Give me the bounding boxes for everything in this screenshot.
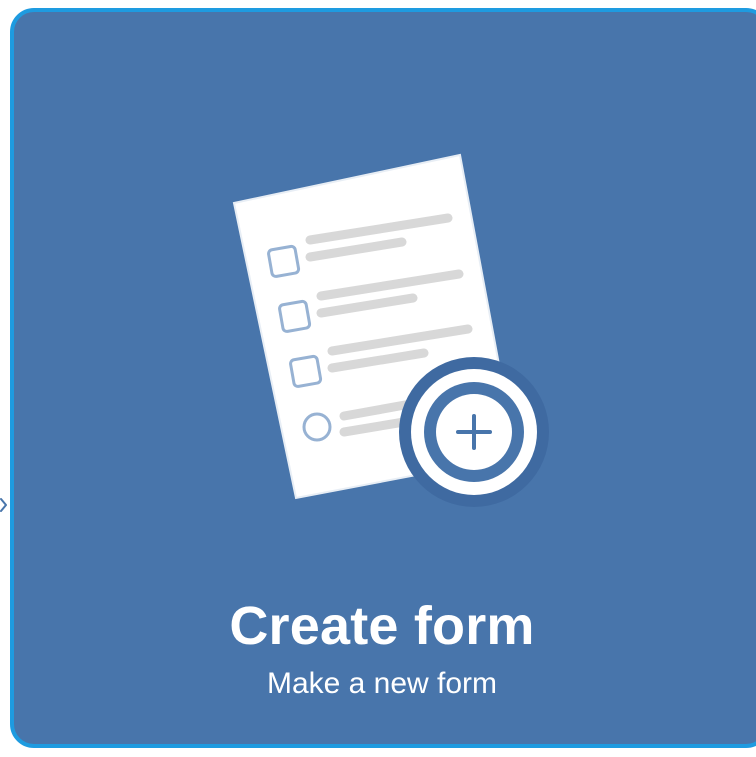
card-subtitle: Make a new form [266, 667, 498, 700]
plus-circle-icon [399, 357, 549, 507]
card-title: Create form [229, 596, 535, 656]
chevron-right-icon [0, 498, 7, 512]
create-form-card[interactable]: Create form Make a new form [10, 8, 756, 748]
